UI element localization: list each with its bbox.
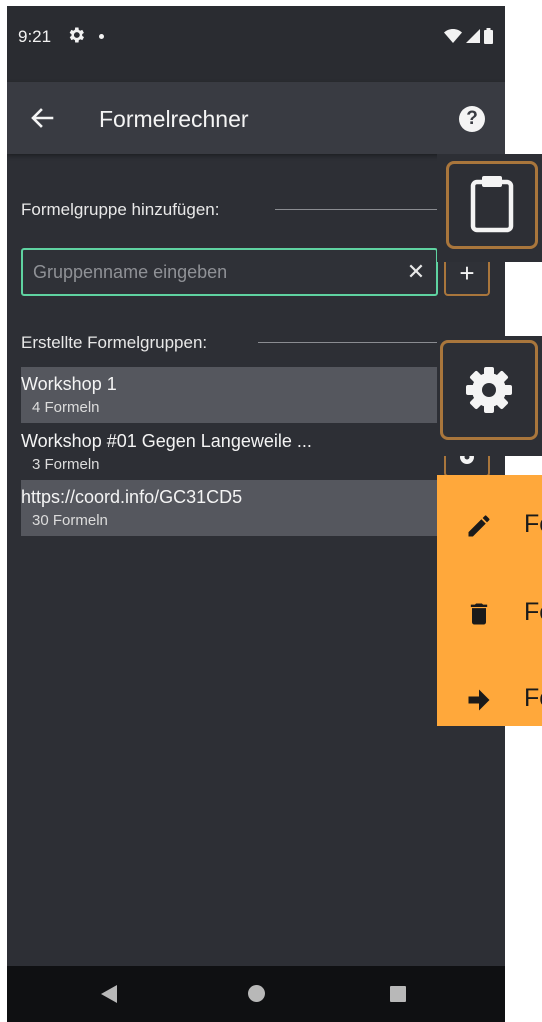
- group-name: Workshop #01 Gegen Langeweile ...: [21, 431, 312, 451]
- clipboard-button[interactable]: [446, 161, 538, 249]
- list-item[interactable]: Workshop #01 Gegen Langeweile ... 3 Form…: [21, 424, 438, 480]
- list-item[interactable]: Workshop 1 4 Formeln: [21, 367, 438, 423]
- settings-notification-icon: [69, 27, 84, 43]
- status-time: 9:21: [18, 27, 52, 46]
- clipboard-callout: [437, 154, 542, 262]
- page-title: Formelrechner: [99, 106, 249, 132]
- app-bar: Formelrechner ?: [7, 82, 505, 154]
- clipboard-icon: [470, 176, 514, 233]
- group-name-field[interactable]: ✕: [21, 248, 438, 296]
- menu-item-move[interactable]: Fo: [437, 669, 542, 726]
- divider: [258, 342, 438, 343]
- pencil-icon: [468, 515, 490, 537]
- phone-screen: 9:21 Formelrechner ? Formelgruppe hinzuf…: [7, 6, 505, 1022]
- menu-item-delete[interactable]: Fo: [437, 583, 542, 643]
- system-nav-bar: [7, 966, 505, 1022]
- groups-label: Erstellte Formelgruppen:: [21, 333, 208, 352]
- group-name: https://coord.info/GC31CD5: [21, 487, 243, 507]
- status-indicators: [444, 26, 493, 46]
- help-icon[interactable]: ?: [459, 106, 485, 132]
- add-group-label: Formelgruppe hinzufügen:: [21, 200, 220, 219]
- group-name-input[interactable]: [33, 250, 403, 294]
- divider: [275, 209, 438, 210]
- menu-item-label: Fo: [524, 684, 542, 712]
- clear-icon[interactable]: ✕: [402, 258, 430, 286]
- menu-item-edit[interactable]: Fo: [437, 495, 542, 555]
- battery-icon: [484, 28, 493, 44]
- group-name: Workshop 1: [21, 374, 117, 394]
- settings-button[interactable]: [440, 340, 538, 440]
- status-bar: 9:21: [7, 6, 505, 82]
- nav-home-icon[interactable]: [248, 985, 265, 1002]
- gear-button-peek[interactable]: [444, 453, 490, 477]
- menu-item-label: Fo: [524, 510, 542, 538]
- menu-item-label: Fo: [524, 598, 542, 626]
- gear-icon: [466, 367, 512, 413]
- arrow-right-icon: [468, 689, 490, 711]
- back-arrow-icon[interactable]: [27, 104, 57, 132]
- group-count: 3 Formeln: [32, 456, 100, 473]
- group-count: 30 Formeln: [32, 512, 108, 529]
- nav-back-icon[interactable]: [101, 985, 117, 1003]
- cell-signal-icon: [466, 29, 480, 43]
- trash-icon: [470, 603, 488, 625]
- context-menu: Fo Fo Fo: [437, 475, 542, 726]
- gear-icon: [460, 453, 474, 464]
- notification-dot-icon: [99, 34, 104, 39]
- list-item[interactable]: https://coord.info/GC31CD5 30 Formeln: [21, 480, 438, 536]
- nav-recents-icon[interactable]: [390, 986, 406, 1002]
- wifi-icon: [444, 29, 462, 43]
- group-count: 4 Formeln: [32, 399, 100, 416]
- gear-callout: [437, 336, 542, 456]
